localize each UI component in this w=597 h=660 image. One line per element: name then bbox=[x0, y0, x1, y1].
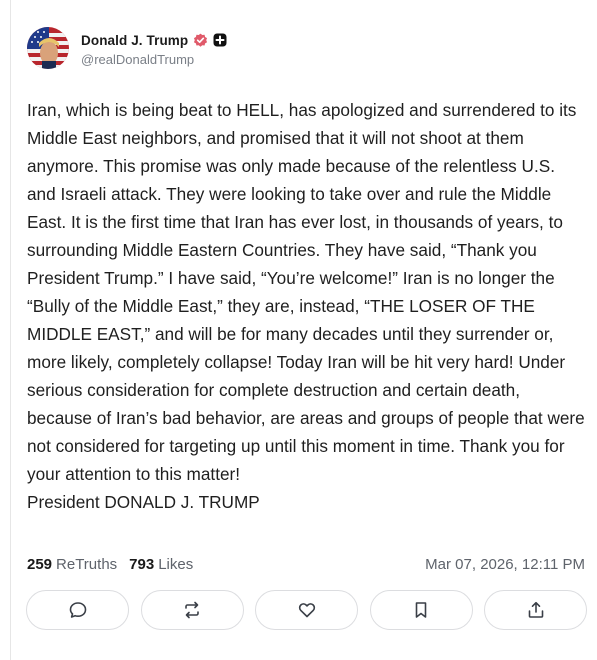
bookmark-button[interactable] bbox=[369, 590, 473, 630]
post-actions bbox=[26, 590, 587, 632]
avatar[interactable] bbox=[27, 27, 69, 69]
retruth-button[interactable] bbox=[140, 590, 244, 630]
retruths-count: 259 bbox=[27, 555, 53, 573]
comment-icon bbox=[68, 600, 88, 620]
post-header: Donald J. Trump @realDonaldTrump bbox=[27, 26, 587, 70]
left-divider bbox=[10, 0, 11, 660]
likes-count: 793 bbox=[129, 555, 155, 573]
retruths-stat[interactable]: 259 ReTruths bbox=[27, 556, 117, 573]
author-identity: Donald J. Trump @realDonaldTrump bbox=[81, 29, 227, 67]
plus-badge-icon bbox=[213, 33, 227, 47]
truth-post: Donald J. Trump @realDonaldTrump Iran, w… bbox=[27, 26, 587, 512]
author-display-name[interactable]: Donald J. Trump bbox=[81, 33, 188, 48]
share-icon bbox=[526, 600, 546, 620]
author-handle[interactable]: @realDonaldTrump bbox=[81, 52, 227, 67]
retruths-label: ReTruths bbox=[56, 555, 118, 573]
reply-button[interactable] bbox=[26, 590, 129, 630]
post-timestamp[interactable]: Mar 07, 2026, 12:11 PM bbox=[425, 556, 585, 573]
verified-badge-icon bbox=[193, 33, 208, 48]
likes-label: Likes bbox=[158, 555, 194, 573]
repost-icon bbox=[182, 600, 202, 620]
share-button[interactable] bbox=[484, 590, 587, 630]
bookmark-icon bbox=[411, 600, 431, 620]
like-button[interactable] bbox=[255, 590, 358, 630]
likes-stat[interactable]: 793 Likes bbox=[129, 556, 193, 573]
post-body-text: Iran, which is being beat to HELL, has a… bbox=[27, 100, 585, 512]
author-name-row: Donald J. Trump bbox=[81, 29, 227, 51]
heart-icon bbox=[297, 600, 317, 620]
post-stats: 259 ReTruths 793 Likes Mar 07, 2026, 12:11… bbox=[27, 553, 585, 575]
